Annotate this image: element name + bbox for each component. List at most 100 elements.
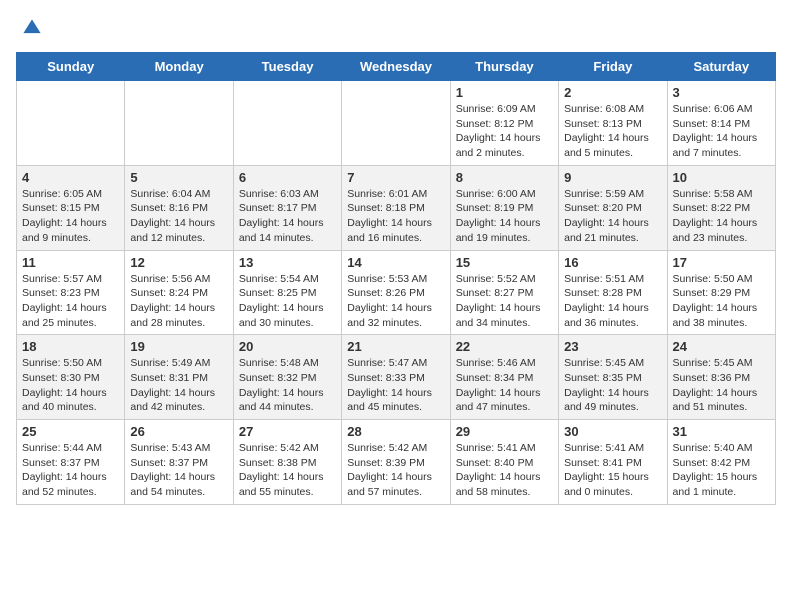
- day-number: 29: [456, 424, 553, 439]
- day-number: 2: [564, 85, 661, 100]
- day-cell-14: 14 Sunrise: 5:53 AM Sunset: 8:26 PM Dayli…: [342, 250, 450, 335]
- empty-cell: [125, 81, 233, 166]
- day-info: Sunrise: 5:46 AM Sunset: 8:34 PM Dayligh…: [456, 356, 553, 415]
- day-number: 21: [347, 339, 444, 354]
- day-info: Sunrise: 5:50 AM Sunset: 8:30 PM Dayligh…: [22, 356, 119, 415]
- day-number: 1: [456, 85, 553, 100]
- day-info: Sunrise: 6:04 AM Sunset: 8:16 PM Dayligh…: [130, 187, 227, 246]
- day-cell-3: 3Sunrise: 6:06 AM Sunset: 8:14 PM Daylig…: [667, 81, 775, 166]
- empty-cell: [17, 81, 125, 166]
- day-info: Sunrise: 5:45 AM Sunset: 8:35 PM Dayligh…: [564, 356, 661, 415]
- day-info: Sunrise: 5:48 AM Sunset: 8:32 PM Dayligh…: [239, 356, 336, 415]
- day-info: Sunrise: 5:45 AM Sunset: 8:36 PM Dayligh…: [673, 356, 770, 415]
- day-info: Sunrise: 5:43 AM Sunset: 8:37 PM Dayligh…: [130, 441, 227, 500]
- day-number: 17: [673, 255, 770, 270]
- day-info: Sunrise: 5:40 AM Sunset: 8:42 PM Dayligh…: [673, 441, 770, 500]
- day-cell-28: 28 Sunrise: 5:42 AM Sunset: 8:39 PM Dayli…: [342, 420, 450, 505]
- day-cell-27: 27 Sunrise: 5:42 AM Sunset: 8:38 PM Dayli…: [233, 420, 341, 505]
- day-number: 12: [130, 255, 227, 270]
- day-cell-7: 7 Sunrise: 6:01 AM Sunset: 8:18 PM Daylig…: [342, 165, 450, 250]
- day-cell-30: 30Sunrise: 5:41 AM Sunset: 8:41 PM Dayli…: [559, 420, 667, 505]
- day-info: Sunrise: 5:44 AM Sunset: 8:37 PM Dayligh…: [22, 441, 119, 500]
- day-info: Sunrise: 5:53 AM Sunset: 8:26 PM Dayligh…: [347, 272, 444, 331]
- day-number: 31: [673, 424, 770, 439]
- day-cell-4: 4 Sunrise: 6:05 AM Sunset: 8:15 PM Daylig…: [17, 165, 125, 250]
- day-cell-19: 19 Sunrise: 5:49 AM Sunset: 8:31 PM Dayli…: [125, 335, 233, 420]
- day-number: 27: [239, 424, 336, 439]
- day-info: Sunrise: 6:03 AM Sunset: 8:17 PM Dayligh…: [239, 187, 336, 246]
- day-cell-1: 1 Sunrise: 6:09 AM Sunset: 8:12 PM Daylig…: [450, 81, 558, 166]
- day-cell-29: 29 Sunrise: 5:41 AM Sunset: 8:40 PM Dayli…: [450, 420, 558, 505]
- day-number: 16: [564, 255, 661, 270]
- day-info: Sunrise: 6:09 AM Sunset: 8:12 PM Dayligh…: [456, 102, 553, 161]
- day-cell-12: 12 Sunrise: 5:56 AM Sunset: 8:24 PM Dayli…: [125, 250, 233, 335]
- weekday-header-friday: Friday: [559, 53, 667, 81]
- day-info: Sunrise: 5:54 AM Sunset: 8:25 PM Dayligh…: [239, 272, 336, 331]
- day-number: 8: [456, 170, 553, 185]
- day-number: 20: [239, 339, 336, 354]
- day-number: 25: [22, 424, 119, 439]
- weekday-header-sunday: Sunday: [17, 53, 125, 81]
- logo-text: [16, 16, 44, 40]
- day-info: Sunrise: 5:42 AM Sunset: 8:38 PM Dayligh…: [239, 441, 336, 500]
- day-cell-6: 6 Sunrise: 6:03 AM Sunset: 8:17 PM Daylig…: [233, 165, 341, 250]
- day-cell-10: 10 Sunrise: 5:58 AM Sunset: 8:22 PM Dayli…: [667, 165, 775, 250]
- day-number: 19: [130, 339, 227, 354]
- day-info: Sunrise: 6:05 AM Sunset: 8:15 PM Dayligh…: [22, 187, 119, 246]
- day-info: Sunrise: 5:57 AM Sunset: 8:23 PM Dayligh…: [22, 272, 119, 331]
- day-number: 3: [673, 85, 770, 100]
- day-cell-26: 26 Sunrise: 5:43 AM Sunset: 8:37 PM Dayli…: [125, 420, 233, 505]
- day-cell-16: 16 Sunrise: 5:51 AM Sunset: 8:28 PM Dayli…: [559, 250, 667, 335]
- empty-cell: [233, 81, 341, 166]
- weekday-header-wednesday: Wednesday: [342, 53, 450, 81]
- day-number: 26: [130, 424, 227, 439]
- day-cell-31: 31 Sunrise: 5:40 AM Sunset: 8:42 PM Dayli…: [667, 420, 775, 505]
- day-number: 7: [347, 170, 444, 185]
- day-info: Sunrise: 5:47 AM Sunset: 8:33 PM Dayligh…: [347, 356, 444, 415]
- day-cell-5: 5 Sunrise: 6:04 AM Sunset: 8:16 PM Daylig…: [125, 165, 233, 250]
- weekday-header-thursday: Thursday: [450, 53, 558, 81]
- day-cell-18: 18Sunrise: 5:50 AM Sunset: 8:30 PM Dayli…: [17, 335, 125, 420]
- day-number: 30: [564, 424, 661, 439]
- calendar: SundayMondayTuesdayWednesdayThursdayFrid…: [16, 52, 776, 505]
- day-number: 14: [347, 255, 444, 270]
- day-info: Sunrise: 6:01 AM Sunset: 8:18 PM Dayligh…: [347, 187, 444, 246]
- day-info: Sunrise: 5:41 AM Sunset: 8:40 PM Dayligh…: [456, 441, 553, 500]
- weekday-header-row: SundayMondayTuesdayWednesdayThursdayFrid…: [17, 53, 776, 81]
- day-cell-15: 15Sunrise: 5:52 AM Sunset: 8:27 PM Dayli…: [450, 250, 558, 335]
- day-number: 6: [239, 170, 336, 185]
- day-info: Sunrise: 5:49 AM Sunset: 8:31 PM Dayligh…: [130, 356, 227, 415]
- day-info: Sunrise: 5:42 AM Sunset: 8:39 PM Dayligh…: [347, 441, 444, 500]
- day-info: Sunrise: 5:59 AM Sunset: 8:20 PM Dayligh…: [564, 187, 661, 246]
- weekday-header-tuesday: Tuesday: [233, 53, 341, 81]
- day-number: 10: [673, 170, 770, 185]
- day-cell-13: 13Sunrise: 5:54 AM Sunset: 8:25 PM Dayli…: [233, 250, 341, 335]
- day-number: 11: [22, 255, 119, 270]
- day-number: 28: [347, 424, 444, 439]
- day-cell-20: 20 Sunrise: 5:48 AM Sunset: 8:32 PM Dayli…: [233, 335, 341, 420]
- day-cell-25: 25 Sunrise: 5:44 AM Sunset: 8:37 PM Dayli…: [17, 420, 125, 505]
- logo-icon: [20, 16, 44, 40]
- day-info: Sunrise: 6:08 AM Sunset: 8:13 PM Dayligh…: [564, 102, 661, 161]
- day-info: Sunrise: 5:58 AM Sunset: 8:22 PM Dayligh…: [673, 187, 770, 246]
- week-row-2: 4 Sunrise: 6:05 AM Sunset: 8:15 PM Daylig…: [17, 165, 776, 250]
- day-cell-22: 22Sunrise: 5:46 AM Sunset: 8:34 PM Dayli…: [450, 335, 558, 420]
- day-info: Sunrise: 5:51 AM Sunset: 8:28 PM Dayligh…: [564, 272, 661, 331]
- day-number: 15: [456, 255, 553, 270]
- day-number: 9: [564, 170, 661, 185]
- week-row-1: 1 Sunrise: 6:09 AM Sunset: 8:12 PM Daylig…: [17, 81, 776, 166]
- day-cell-2: 2 Sunrise: 6:08 AM Sunset: 8:13 PM Daylig…: [559, 81, 667, 166]
- day-cell-17: 17 Sunrise: 5:50 AM Sunset: 8:29 PM Dayli…: [667, 250, 775, 335]
- day-cell-23: 23Sunrise: 5:45 AM Sunset: 8:35 PM Dayli…: [559, 335, 667, 420]
- week-row-4: 18Sunrise: 5:50 AM Sunset: 8:30 PM Dayli…: [17, 335, 776, 420]
- weekday-header-monday: Monday: [125, 53, 233, 81]
- day-cell-8: 8Sunrise: 6:00 AM Sunset: 8:19 PM Daylig…: [450, 165, 558, 250]
- day-number: 24: [673, 339, 770, 354]
- day-number: 4: [22, 170, 119, 185]
- day-cell-9: 9 Sunrise: 5:59 AM Sunset: 8:20 PM Daylig…: [559, 165, 667, 250]
- weekday-header-saturday: Saturday: [667, 53, 775, 81]
- day-info: Sunrise: 5:50 AM Sunset: 8:29 PM Dayligh…: [673, 272, 770, 331]
- day-info: Sunrise: 5:56 AM Sunset: 8:24 PM Dayligh…: [130, 272, 227, 331]
- day-cell-24: 24 Sunrise: 5:45 AM Sunset: 8:36 PM Dayli…: [667, 335, 775, 420]
- day-number: 5: [130, 170, 227, 185]
